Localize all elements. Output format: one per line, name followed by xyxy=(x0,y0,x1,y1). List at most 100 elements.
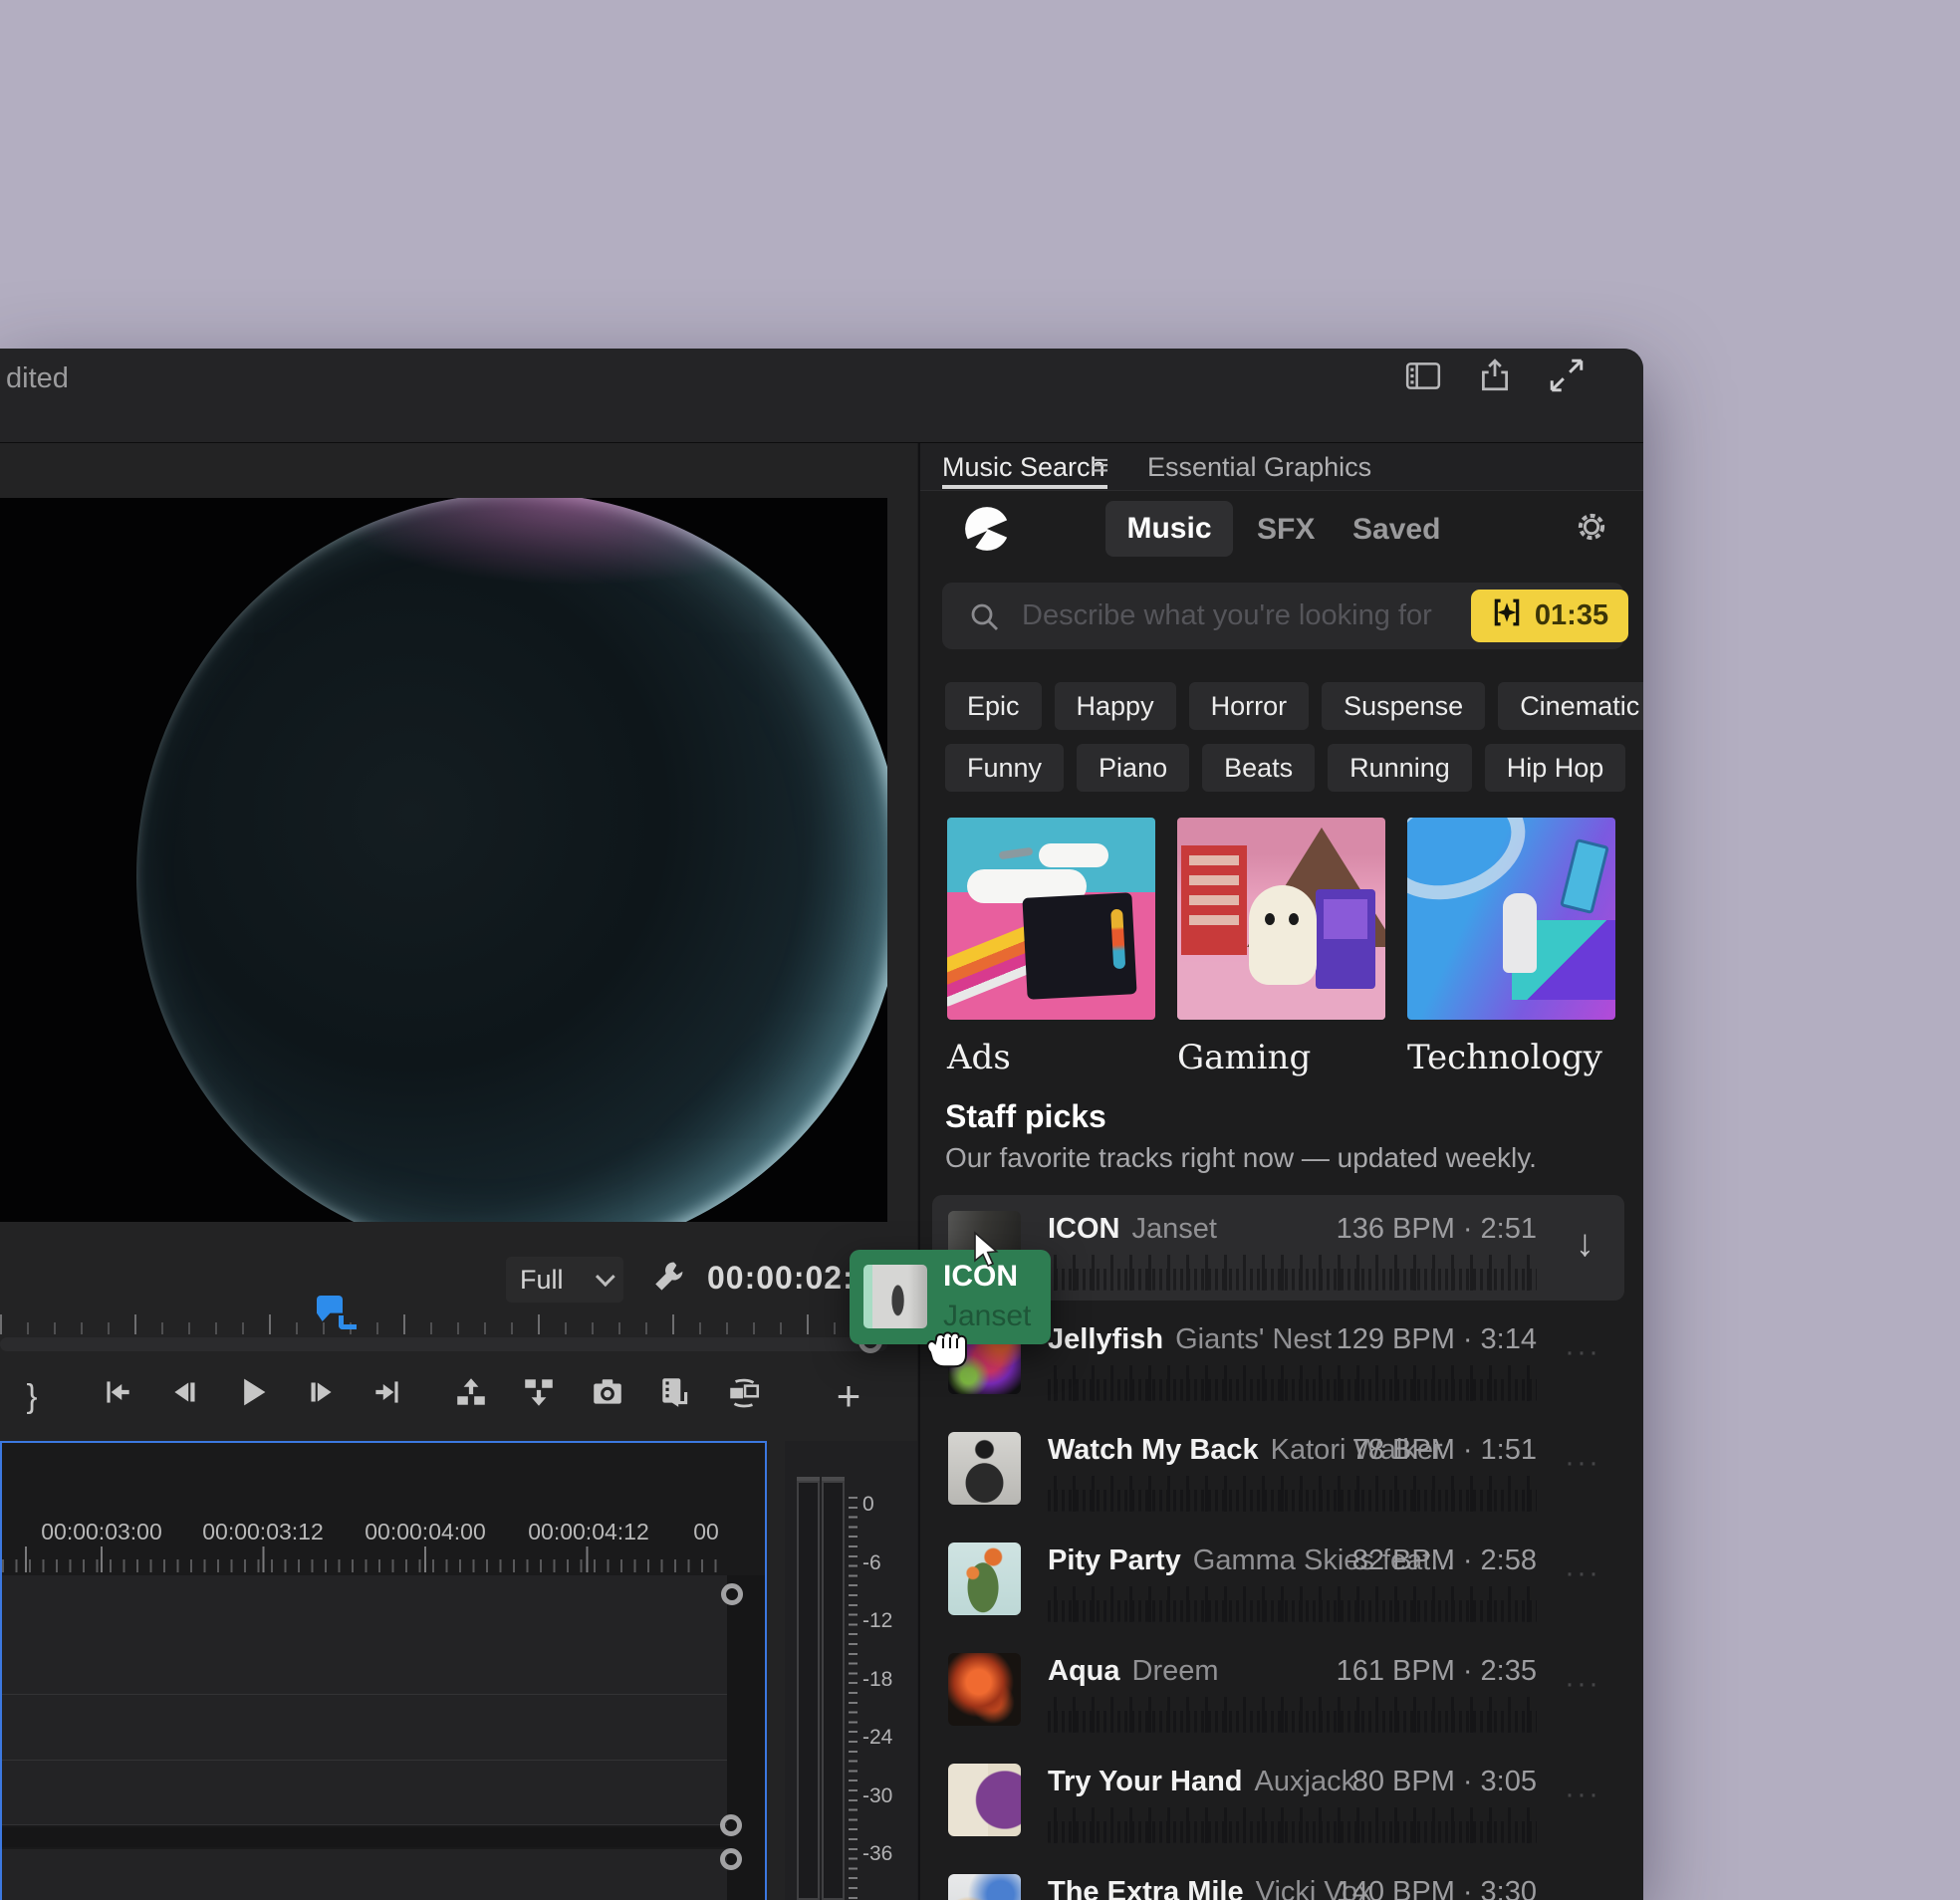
settings-button[interactable] xyxy=(1572,507,1611,552)
track-title: Try Your Hand xyxy=(1048,1766,1243,1797)
tag-funny[interactable]: Funny xyxy=(945,744,1065,792)
step-forward-button[interactable] xyxy=(301,1376,341,1416)
seek-ruler[interactable] xyxy=(0,1297,887,1334)
more-icon[interactable]: ··· xyxy=(1565,1667,1600,1701)
comparison-view-icon xyxy=(726,1374,762,1418)
search-bar[interactable]: Describe what you're looking for 01:35 xyxy=(942,583,1628,649)
audio-track[interactable] xyxy=(2,1849,727,1900)
album-art[interactable] xyxy=(948,1653,1021,1726)
tag-happy[interactable]: Happy xyxy=(1054,682,1176,730)
album-art[interactable] xyxy=(948,1432,1021,1505)
plugin-toolbar: Music SFX Saved xyxy=(920,491,1643,571)
video-track[interactable] xyxy=(2,1575,727,1695)
tag-running[interactable]: Running xyxy=(1328,744,1472,792)
tag-piano[interactable]: Piano xyxy=(1077,744,1190,792)
waveform[interactable] xyxy=(1048,1365,1537,1401)
tag-hip-hop[interactable]: Hip Hop xyxy=(1484,744,1626,792)
more-icon[interactable]: ··· xyxy=(1565,1778,1600,1811)
track-resize-handle[interactable] xyxy=(721,1583,743,1605)
card-label: Gaming xyxy=(1177,1038,1312,1077)
nav-music-button[interactable]: Music xyxy=(1105,501,1233,557)
waveform[interactable] xyxy=(1048,1255,1537,1291)
search-icon xyxy=(968,600,1002,639)
timeline-ruler[interactable] xyxy=(2,1546,725,1572)
waveform[interactable] xyxy=(1048,1476,1537,1512)
go-to-in-button[interactable] xyxy=(98,1376,137,1416)
track-row[interactable]: Aqua Dreem 161 BPM · 2:35 ··· xyxy=(932,1637,1624,1743)
more-icon[interactable]: ··· xyxy=(1565,1335,1600,1369)
gear-icon xyxy=(1572,513,1611,551)
comparison-view-button[interactable] xyxy=(724,1376,764,1416)
more-icon[interactable]: ··· xyxy=(1565,1556,1600,1590)
video-preview xyxy=(0,498,887,1222)
fullscreen-button[interactable] xyxy=(1548,358,1586,396)
tag-row: Funny Piano Beats Running Hip Hop xyxy=(945,744,1626,792)
insert-button[interactable] xyxy=(655,1376,695,1416)
meter-ticks xyxy=(849,1497,858,1900)
audio-track[interactable] xyxy=(2,1761,727,1825)
extract-button[interactable] xyxy=(519,1376,559,1416)
meter-label: -36 xyxy=(862,1842,893,1865)
waveform[interactable] xyxy=(1048,1586,1537,1622)
more-icon[interactable]: ··· xyxy=(1565,1446,1600,1480)
workspace-panel-button[interactable] xyxy=(1404,358,1442,396)
track-duration: 2:58 xyxy=(1480,1544,1537,1576)
meta-separator: · xyxy=(1462,1876,1473,1900)
panel-tabstrip: Music Search ≡ Essential Graphics xyxy=(920,443,1643,491)
track-duration: 3:30 xyxy=(1480,1876,1537,1900)
track-divider xyxy=(2,1827,727,1847)
track-resize-handle[interactable] xyxy=(720,1814,742,1836)
tab-essential-graphics[interactable]: Essential Graphics xyxy=(1147,452,1371,483)
track-row[interactable]: Watch My Back Katori Walker 78 BPM · 1:51 ·… xyxy=(932,1416,1624,1522)
plus-icon: + xyxy=(836,1372,861,1419)
nav-saved-button[interactable]: Saved xyxy=(1352,513,1440,547)
export-frame-button[interactable] xyxy=(588,1376,627,1416)
desktop: dited Full 00:00:02:07} + 00:00:03:00 0… xyxy=(0,0,1960,1900)
tab-music-search[interactable]: Music Search xyxy=(942,452,1105,483)
tag-beats[interactable]: Beats xyxy=(1202,744,1316,792)
track-bpm: 161 BPM xyxy=(1336,1655,1455,1687)
track-row[interactable]: Try Your Hand Auxjack 80 BPM · 3:05 ··· xyxy=(932,1748,1624,1853)
nav-sfx-button[interactable]: SFX xyxy=(1257,513,1315,547)
download-icon[interactable]: ↓ xyxy=(1576,1223,1594,1266)
drag-ghost-album-art xyxy=(863,1265,927,1328)
timeline-panel[interactable]: 00:00:03:00 00:00:03:12 00:00:04:00 00:0… xyxy=(0,1441,767,1900)
waveform[interactable] xyxy=(1048,1807,1537,1843)
category-card-ads[interactable]: Ads xyxy=(947,818,1155,1077)
tag-cinematic[interactable]: Cinematic xyxy=(1498,682,1643,730)
titlebar: dited xyxy=(0,349,1643,443)
panel-menu-icon[interactable]: ≡ xyxy=(1092,449,1109,483)
button-editor-button[interactable]: + xyxy=(829,1372,868,1419)
category-card-gaming[interactable]: Gaming xyxy=(1177,818,1385,1077)
meter-label: -24 xyxy=(862,1726,893,1749)
track-artist: Dreem xyxy=(1131,1655,1219,1687)
waveform[interactable] xyxy=(1048,1697,1537,1733)
gaming-card-image xyxy=(1177,818,1385,1020)
mark-out-button[interactable]: } xyxy=(12,1376,52,1416)
track-resize-handle[interactable] xyxy=(720,1848,742,1870)
lift-button[interactable] xyxy=(451,1376,491,1416)
tag-suspense[interactable]: Suspense xyxy=(1322,682,1486,730)
extract-icon xyxy=(521,1374,557,1418)
seek-scrollbar[interactable] xyxy=(0,1337,887,1351)
tag-epic[interactable]: Epic xyxy=(945,682,1042,730)
grab-hand-cursor xyxy=(918,1326,976,1383)
match-length-button[interactable]: 01:35 xyxy=(1471,590,1628,642)
go-to-out-button[interactable] xyxy=(368,1376,407,1416)
meta-separator: · xyxy=(1462,1213,1473,1245)
audio-track[interactable] xyxy=(2,1695,727,1761)
share-button[interactable] xyxy=(1476,357,1514,396)
step-back-button[interactable] xyxy=(165,1376,205,1416)
play-button[interactable] xyxy=(232,1376,272,1416)
track-bpm: 78 BPM xyxy=(1351,1434,1455,1466)
category-card-technology[interactable]: Technology xyxy=(1407,818,1615,1077)
album-art[interactable] xyxy=(948,1543,1021,1615)
tag-horror[interactable]: Horror xyxy=(1188,682,1310,730)
mark-out-icon: } xyxy=(26,1377,38,1414)
staff-picks-title: Staff picks xyxy=(945,1098,1106,1134)
plane-shape xyxy=(998,846,1034,860)
album-art[interactable] xyxy=(948,1874,1021,1900)
album-art[interactable] xyxy=(948,1764,1021,1836)
track-row[interactable]: Pity Party Gamma Skies feat... 82 BPM · 2:5… xyxy=(932,1527,1624,1632)
track-row[interactable]: The Extra Mile Vicki Vox 140 BPM · 3:30 xyxy=(932,1858,1624,1900)
